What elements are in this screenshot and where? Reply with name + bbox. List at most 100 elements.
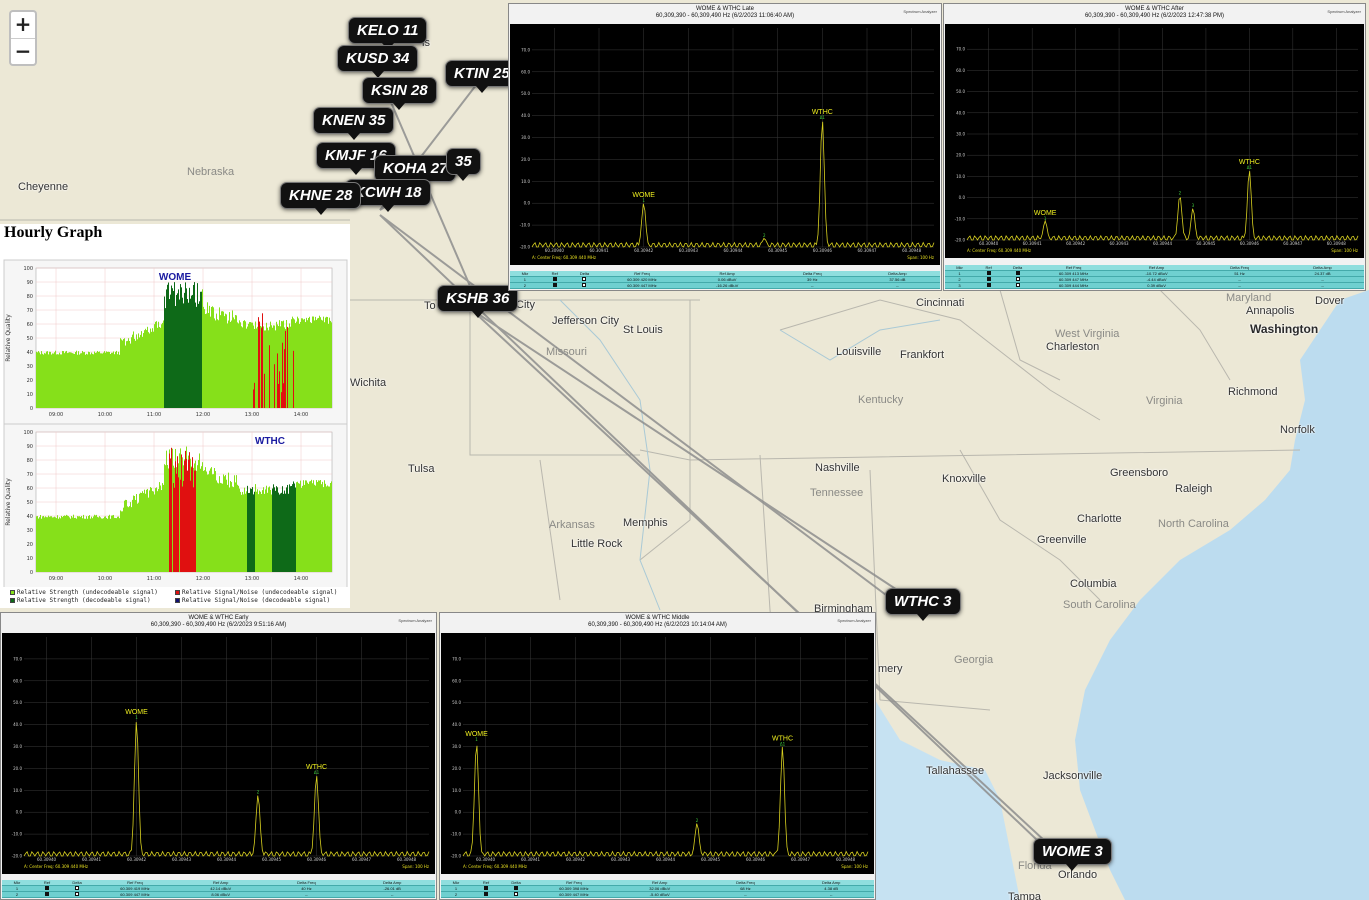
table-cell: -5.40 dBuV: [649, 892, 670, 897]
strength-bar: [121, 339, 122, 408]
strength-bar: [204, 470, 205, 572]
table-cell: --: [810, 283, 814, 288]
column-header: Ref Freq: [127, 880, 143, 885]
station-marker[interactable]: KHNE 28: [280, 182, 362, 215]
strength-bar: [66, 514, 67, 572]
checkbox[interactable]: [484, 892, 489, 896]
strength-bar: [221, 483, 222, 572]
station-marker[interactable]: KNEN 35: [313, 107, 395, 140]
legend-swatch: [175, 598, 180, 603]
strength-bar: [325, 483, 326, 572]
checkbox[interactable]: [75, 886, 80, 890]
peak-marker: 2: [763, 233, 766, 238]
city-label: Jacksonville: [1043, 770, 1103, 782]
table-cell[interactable]: [1003, 277, 1032, 282]
table-cell[interactable]: [1003, 283, 1032, 288]
strength-bar: [178, 289, 179, 408]
station-marker[interactable]: KELO 11: [348, 17, 428, 50]
table-cell[interactable]: [570, 277, 600, 282]
checkbox[interactable]: [45, 892, 50, 896]
zoom-in-button[interactable]: +: [11, 12, 35, 38]
x-tick-label: 60.30945: [768, 248, 788, 253]
x-tick-label: 60.30943: [611, 857, 631, 862]
table-cell[interactable]: [62, 886, 92, 891]
checkbox[interactable]: [45, 886, 50, 890]
y-axis-label: Relative Quality: [5, 478, 12, 526]
checkbox[interactable]: [514, 892, 519, 896]
strength-bar: [157, 327, 158, 408]
y-tick-label: 70.0: [956, 47, 965, 52]
station-marker[interactable]: KOHA 27: [374, 155, 457, 188]
table-cell[interactable]: [570, 283, 600, 288]
strength-bar: [135, 340, 136, 408]
x-tick-label: 60.30945: [1196, 241, 1216, 246]
strength-bar: [245, 493, 246, 572]
table-cell: 2: [15, 892, 19, 897]
column-header: Delta Amp: [382, 880, 402, 885]
snr-bar: [185, 450, 186, 572]
strength-bar: [315, 485, 316, 572]
checkbox[interactable]: [1015, 271, 1020, 275]
table-cell[interactable]: [974, 277, 1003, 282]
checkbox[interactable]: [986, 277, 991, 281]
table-cell[interactable]: [501, 886, 531, 891]
checkbox[interactable]: [484, 886, 489, 890]
table-cell[interactable]: [540, 283, 570, 288]
station-marker[interactable]: WOME 3: [1033, 838, 1112, 871]
checkbox[interactable]: [582, 277, 587, 281]
x-tick-label: 60.30947: [857, 248, 877, 253]
strength-bar: [63, 516, 64, 572]
table-cell[interactable]: [501, 892, 531, 897]
table-cell[interactable]: [471, 886, 501, 891]
strength-bar: [197, 465, 198, 572]
checkbox[interactable]: [1015, 277, 1020, 281]
station-marker[interactable]: KSIN 28: [362, 77, 437, 110]
station-marker[interactable]: KUSD 34: [337, 45, 419, 78]
checkbox[interactable]: [986, 283, 991, 287]
strength-bar: [47, 517, 48, 572]
span-label: Span: 100 Hz: [402, 864, 429, 869]
checkbox[interactable]: [986, 271, 991, 275]
checkbox[interactable]: [552, 283, 557, 287]
strength-bar: [74, 353, 75, 408]
snr-bar: [253, 389, 254, 408]
table-cell[interactable]: [974, 283, 1003, 288]
table-cell[interactable]: [32, 886, 62, 891]
checkbox[interactable]: [514, 886, 519, 890]
checkbox[interactable]: [1015, 283, 1020, 287]
station-marker[interactable]: WTHC 3: [885, 588, 961, 621]
strength-bar: [315, 316, 316, 408]
column-header: Ref: [43, 880, 51, 885]
strength-bar: [290, 486, 291, 572]
table-cell[interactable]: [974, 271, 1003, 276]
strength-bar: [301, 318, 302, 408]
table-cell[interactable]: [540, 277, 570, 282]
strength-bar: [38, 518, 39, 572]
city-label: Annapolis: [1246, 305, 1295, 317]
strength-bar: [69, 352, 70, 408]
station-marker[interactable]: KSHB 36: [437, 285, 519, 318]
table-cell[interactable]: [471, 892, 501, 897]
snr-bar: [190, 480, 191, 572]
strength-bar: [236, 475, 237, 572]
station-marker[interactable]: 35: [446, 148, 481, 181]
strength-bar: [86, 516, 87, 572]
y-tick-label: -20.0: [955, 238, 966, 243]
strength-bar: [307, 320, 308, 408]
checkbox[interactable]: [582, 283, 587, 287]
column-header: Ref Freq: [634, 271, 650, 276]
table-cell[interactable]: [32, 892, 62, 897]
strength-bar: [208, 474, 209, 572]
checkbox[interactable]: [552, 277, 557, 281]
strength-bar: [98, 517, 99, 572]
table-cell[interactable]: [62, 892, 92, 897]
table-cell[interactable]: [1003, 271, 1032, 276]
checkbox[interactable]: [75, 892, 80, 896]
zoom-out-button[interactable]: −: [11, 38, 35, 64]
strength-bar: [172, 448, 173, 572]
strength-bar: [165, 308, 166, 408]
strength-bar: [249, 322, 250, 408]
table-cell: -26.01 dB: [383, 886, 401, 891]
strength-bar: [314, 320, 315, 408]
y-tick-label: 30.0: [521, 135, 530, 140]
